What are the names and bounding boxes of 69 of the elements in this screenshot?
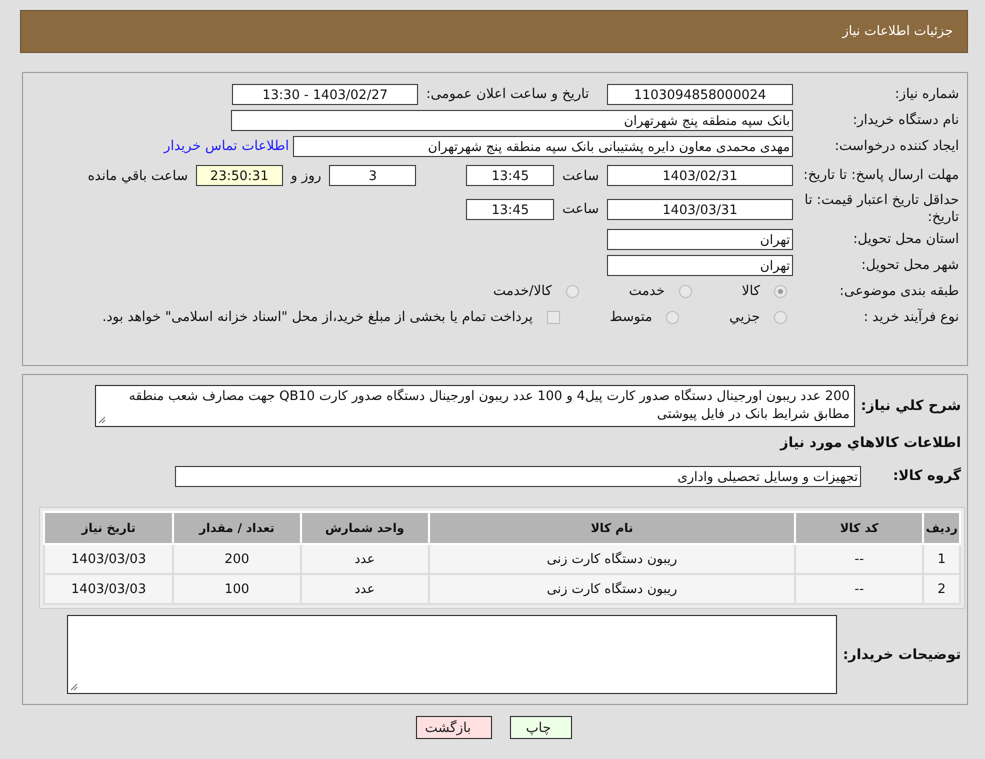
table-cell: 100 bbox=[173, 574, 301, 604]
input-field[interactable]: تجهیزات و وسایل تحصیلی واداری bbox=[175, 466, 861, 486]
field-label: شماره نیاز: bbox=[894, 86, 959, 102]
page-title: جزئیات اطلاعات نیاز bbox=[842, 24, 953, 39]
field-label: شهر محل تحویل: bbox=[860, 257, 959, 273]
field-label: نوع فرآیند خرید : bbox=[862, 309, 959, 325]
checkbox[interactable] bbox=[546, 310, 560, 324]
column-header: ردیف bbox=[923, 512, 960, 544]
radio-button[interactable] bbox=[566, 284, 579, 298]
field-label: تاریخ و ساعت اعلان عمومی: bbox=[425, 86, 590, 102]
radio-button[interactable] bbox=[666, 310, 680, 324]
field-label: حداقل تاریخ اعتبار قیمت: تا تاریخ: bbox=[804, 192, 959, 226]
field-label: ساعت باقي مانده bbox=[86, 168, 189, 184]
column-header: نام کالا bbox=[428, 512, 796, 544]
column-header: تعداد / مقدار bbox=[173, 512, 301, 544]
field-label: استان محل تحویل: bbox=[852, 231, 959, 247]
table-cell: 1403/03/03 bbox=[44, 544, 174, 574]
table-cell: 1 bbox=[923, 544, 960, 574]
description-field[interactable]: 200 عدد ریبون اورجینال دستگاه صدور کارت پیل4 و 100 عدد ریبون اورجینال دستگاه صدور کارت QB10 جهت مصارف شعب منطقه مطابق شرایط بانک در فایل پیوشتی bbox=[94, 385, 855, 427]
radio-button[interactable] bbox=[774, 284, 787, 298]
input-field[interactable]: 1403/02/27 - 13:30 bbox=[232, 84, 418, 104]
section-heading: اطلاعات كالاهاي مورد نياز bbox=[778, 434, 962, 453]
input-field[interactable]: 3 bbox=[329, 165, 416, 186]
print-button[interactable]: چاپ bbox=[510, 716, 572, 739]
input-field[interactable]: بانک سپه منطقه پنج شهرتهران bbox=[231, 110, 793, 130]
radio-label: جزيي bbox=[729, 309, 760, 325]
table-cell: ریبون دستگاه کارت زنی bbox=[428, 544, 796, 574]
radio-label: کالا/خدمت bbox=[493, 283, 552, 299]
field-label: شرح كلي نياز: bbox=[860, 398, 962, 414]
field-label: روز و bbox=[289, 168, 322, 184]
field-label: گروه کالا: bbox=[892, 468, 962, 484]
resize-grip-icon[interactable] bbox=[98, 416, 106, 424]
radio-label: کالا bbox=[742, 283, 760, 299]
countdown-field: 23:50:31 bbox=[196, 165, 283, 186]
checkbox-label: پرداخت تمام یا بخشی از مبلغ خرید،از محل "اسناد خزانه اسلامی" خواهد بود. bbox=[102, 309, 533, 325]
table-cell: عدد bbox=[300, 574, 429, 604]
radio-label: متوسط bbox=[610, 309, 652, 325]
input-field[interactable]: 13:45 bbox=[466, 198, 554, 220]
back-button[interactable]: بازگشت bbox=[416, 716, 492, 739]
column-header: واحد شمارش bbox=[300, 512, 429, 544]
input-field[interactable]: 1403/03/31 bbox=[607, 198, 793, 220]
field-label: توضیحات خریدار: bbox=[842, 646, 962, 662]
radio-button[interactable] bbox=[774, 310, 787, 324]
table-cell: -- bbox=[795, 574, 924, 604]
contact-link[interactable]: اطلاعات تماس خریدار bbox=[164, 138, 289, 154]
input-field[interactable]: مهدی محمدی معاون دایره پشتیبانی بانک سپه منطقه پنج شهرتهران bbox=[293, 136, 793, 156]
column-header: تاریخ نیاز bbox=[44, 512, 174, 544]
table-cell: -- bbox=[795, 544, 924, 574]
notes-field[interactable] bbox=[67, 615, 837, 694]
field-label: نام دستگاه خریدار: bbox=[852, 112, 959, 128]
field-label: ساعت bbox=[561, 168, 600, 184]
resize-grip-icon[interactable] bbox=[70, 683, 78, 691]
field-label: مهلت ارسال پاسخ: تا تاریخ: bbox=[802, 167, 959, 184]
input-field[interactable]: تهران bbox=[607, 254, 793, 276]
radio-button[interactable] bbox=[678, 284, 692, 298]
input-field[interactable]: 1103094858000024 bbox=[607, 84, 793, 104]
column-header: کد کالا bbox=[795, 512, 924, 544]
field-label: ساعت bbox=[561, 201, 600, 217]
input-field[interactable]: 1403/02/31 bbox=[607, 165, 793, 186]
table-cell: 2 bbox=[923, 574, 960, 604]
field-label: ایجاد کننده درخواست: bbox=[834, 138, 959, 154]
radio-label: خدمت bbox=[628, 283, 665, 299]
table-cell: 1403/03/03 bbox=[44, 574, 174, 604]
field-label: طبقه بندی موضوعی: bbox=[838, 283, 959, 299]
input-field[interactable]: 13:45 bbox=[466, 165, 554, 186]
input-field[interactable]: تهران bbox=[607, 228, 793, 250]
table-cell: ریبون دستگاه کارت زنی bbox=[428, 574, 796, 604]
table-cell: 200 bbox=[173, 544, 301, 574]
table-cell: عدد bbox=[300, 544, 429, 574]
